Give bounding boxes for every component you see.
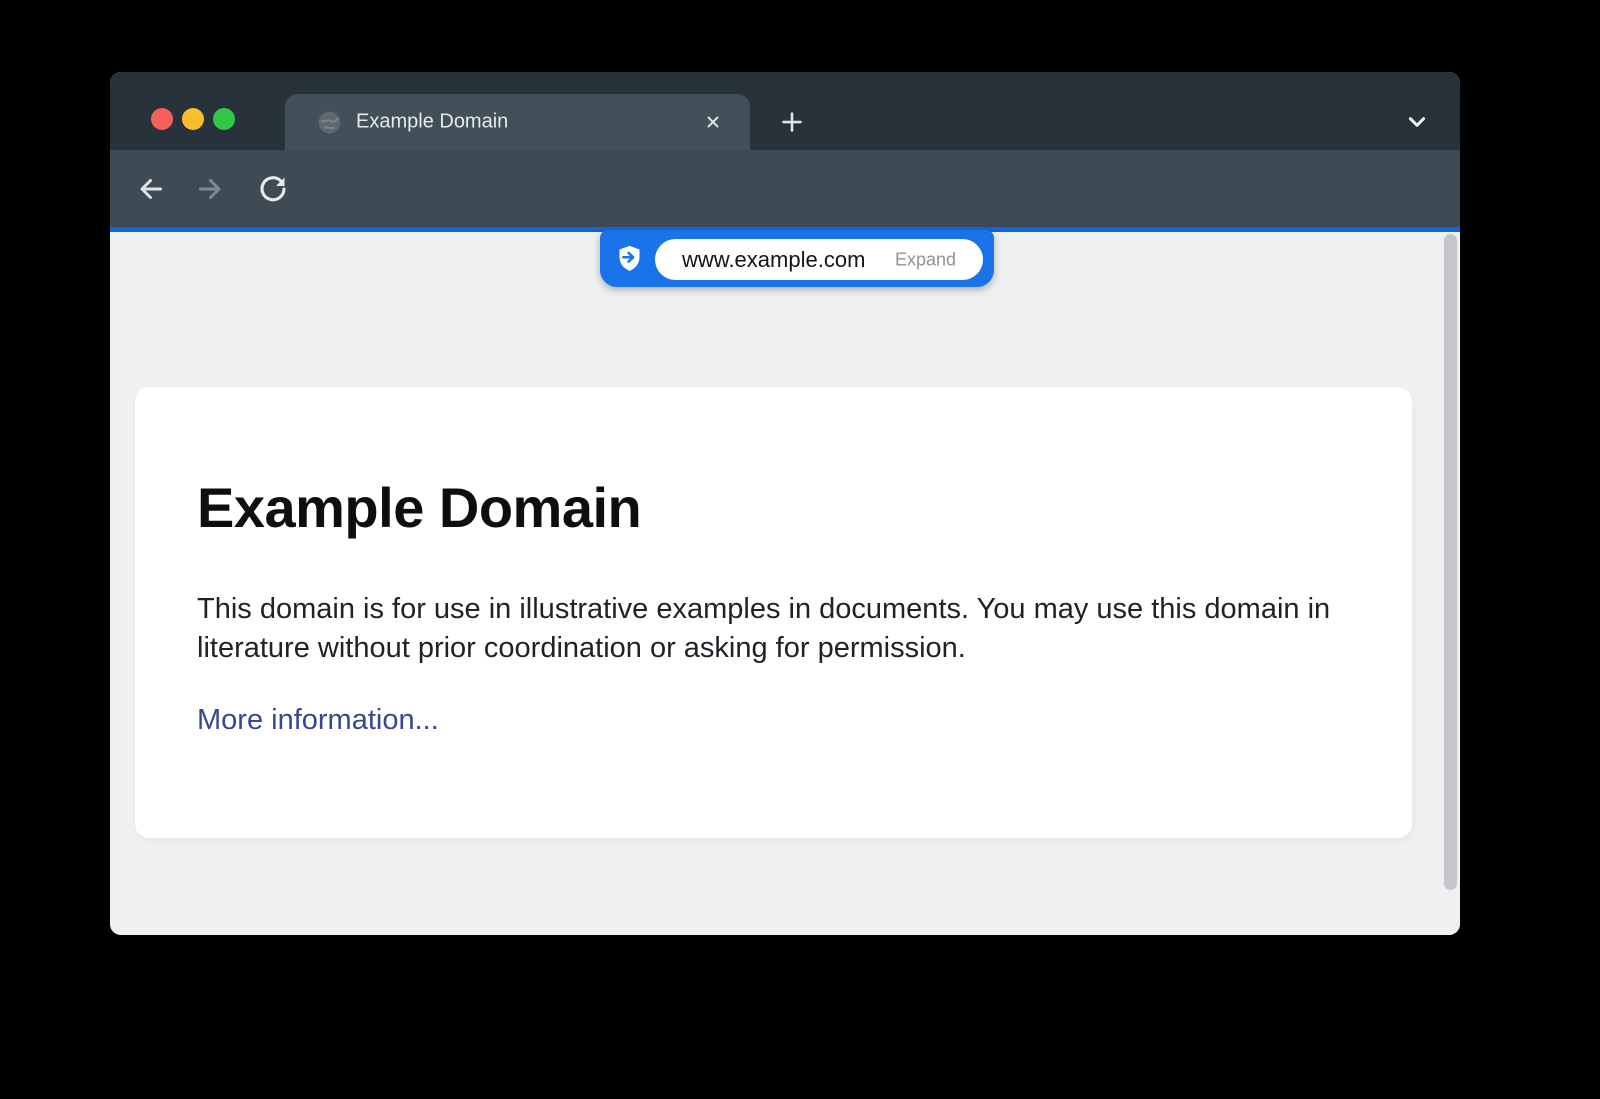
tab-search-chevron-icon[interactable]	[1402, 107, 1432, 137]
page-body-text: This domain is for use in illustrative e…	[197, 590, 1350, 668]
browser-window: Example Domain	[110, 72, 1460, 935]
isolated-domain-text: www.example.com	[682, 247, 865, 273]
forward-button[interactable]	[195, 173, 227, 205]
isolation-domain-pill[interactable]: www.example.com Expand	[655, 239, 983, 280]
page-viewport: www.example.com Expand Example Domain Th…	[110, 232, 1460, 935]
more-information-link[interactable]: More information...	[197, 704, 439, 737]
back-button[interactable]	[134, 173, 166, 205]
toolbar: browser-beta.cloudflareaccess.com/... C	[110, 150, 1460, 227]
scrollbar-thumb[interactable]	[1444, 234, 1457, 890]
expand-button[interactable]: Expand	[895, 249, 956, 270]
active-tab[interactable]: Example Domain	[285, 94, 750, 150]
reload-button[interactable]	[257, 173, 289, 205]
window-controls	[151, 108, 235, 130]
page-heading: Example Domain	[197, 475, 1412, 540]
globe-favicon-icon	[317, 110, 342, 135]
content-card: Example Domain This domain is for use in…	[135, 387, 1412, 838]
tab-close-icon[interactable]	[701, 110, 725, 134]
isolation-indicator[interactable]: www.example.com Expand	[600, 230, 994, 287]
close-window-button[interactable]	[151, 108, 173, 130]
tab-strip: Example Domain	[110, 72, 1460, 150]
new-tab-button[interactable]	[777, 107, 807, 137]
shield-arrow-icon	[615, 244, 644, 273]
fullscreen-window-button[interactable]	[213, 108, 235, 130]
minimize-window-button[interactable]	[182, 108, 204, 130]
tab-title: Example Domain	[356, 111, 508, 134]
